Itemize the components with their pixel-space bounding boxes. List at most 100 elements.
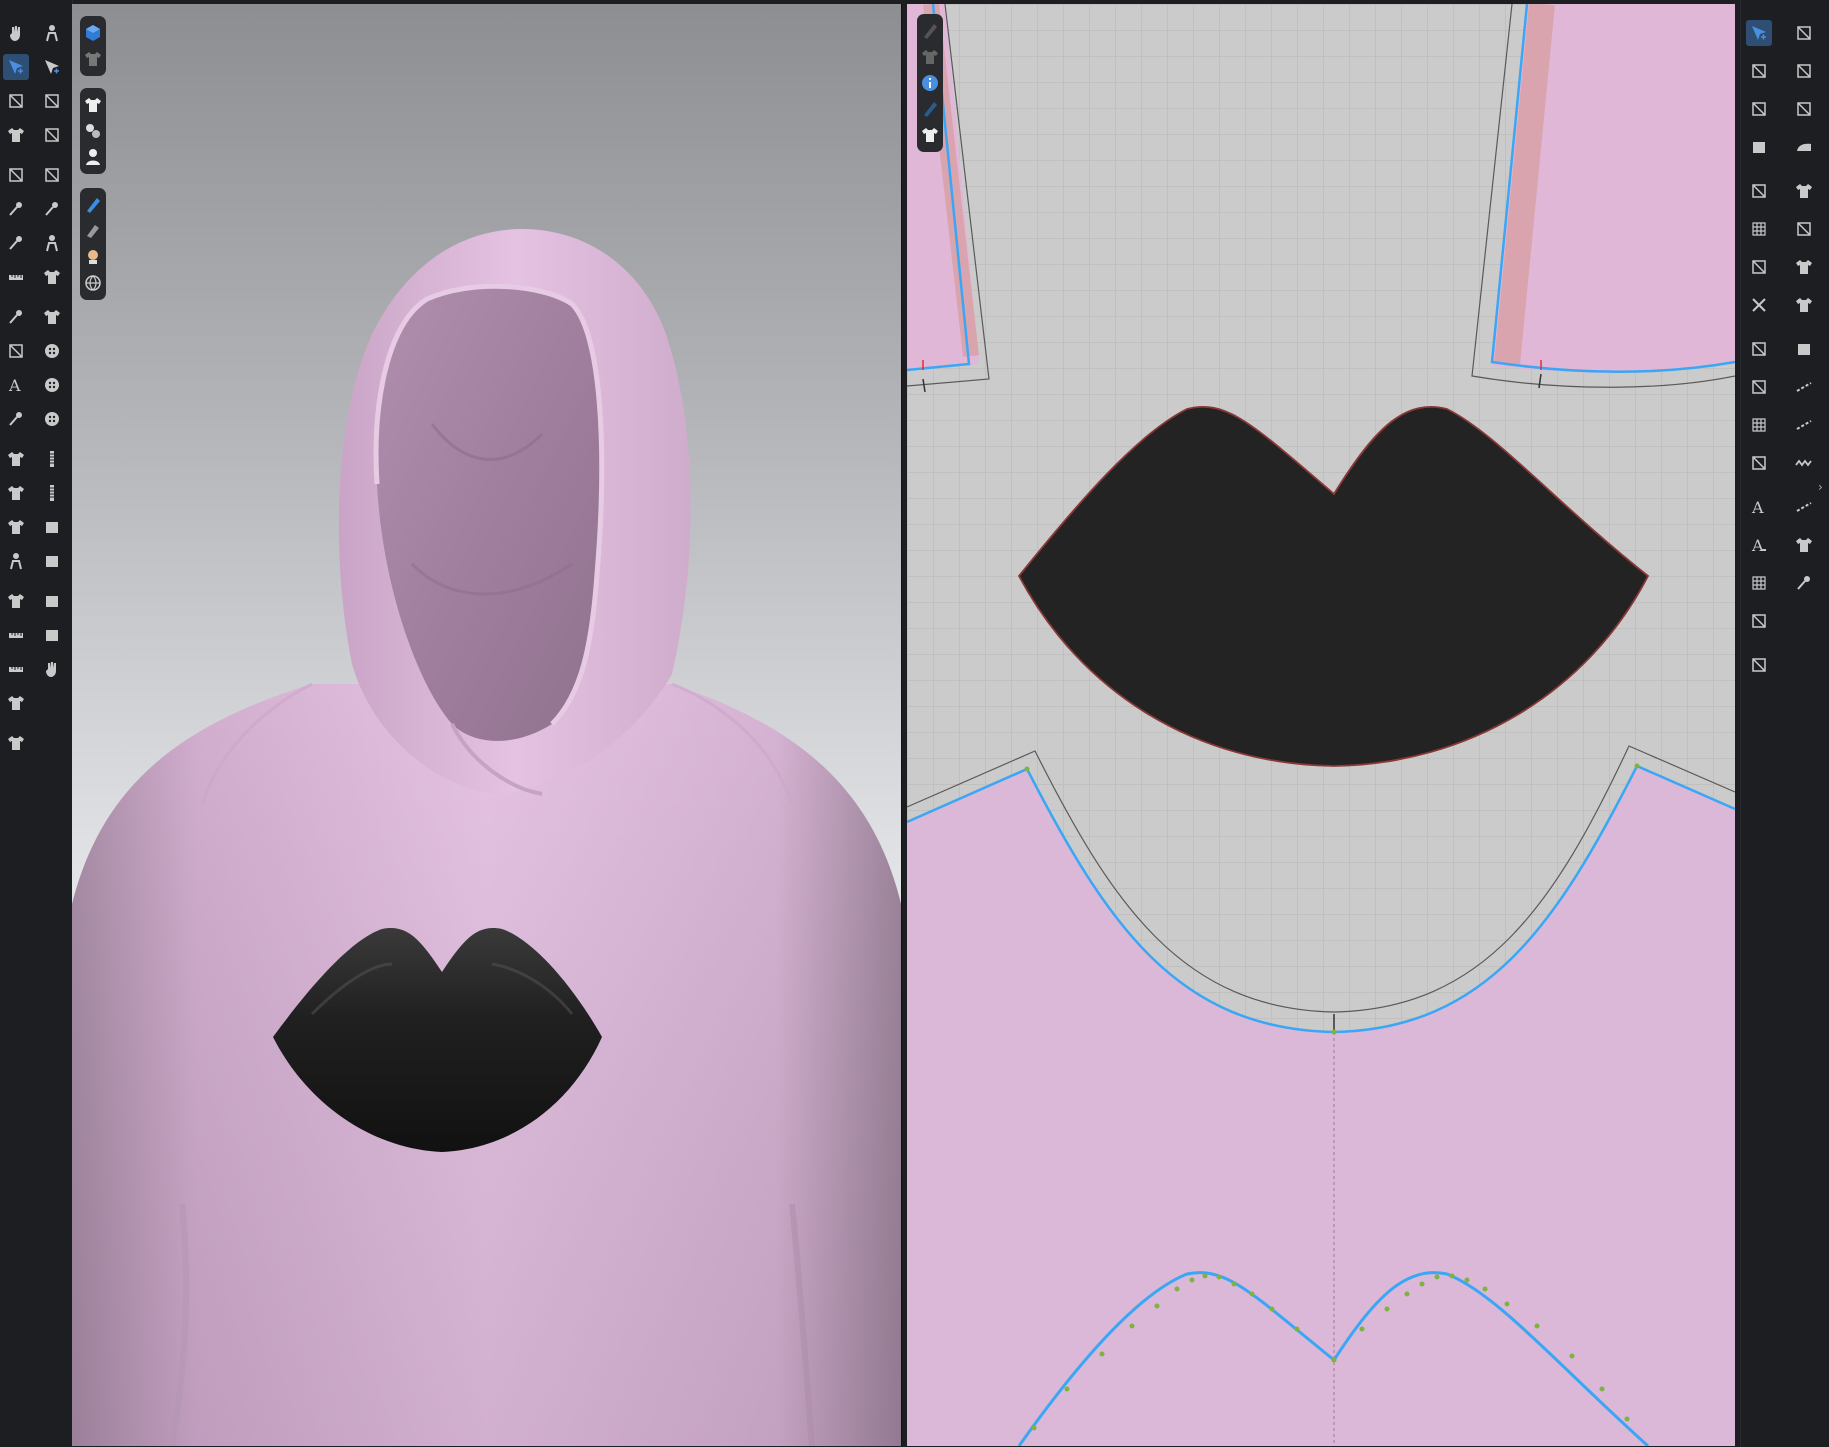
fitting-suit-icon[interactable] — [3, 588, 29, 614]
svg-text:A: A — [8, 376, 21, 395]
pen-dim-icon[interactable] — [917, 18, 943, 44]
point-edit-icon[interactable] — [39, 88, 65, 114]
strengthen-icon[interactable] — [3, 338, 29, 364]
top-box-icon[interactable] — [39, 588, 65, 614]
internal-polygon-icon[interactable] — [1746, 178, 1772, 204]
iron-icon[interactable] — [1791, 134, 1817, 160]
rectangle-icon[interactable] — [1746, 134, 1772, 160]
half-box-icon[interactable] — [39, 548, 65, 574]
transform-select-icon[interactable] — [3, 54, 29, 80]
shirt-front-icon[interactable] — [3, 690, 29, 716]
text-icon[interactable]: A — [1746, 494, 1772, 520]
pin-icon[interactable] — [3, 230, 29, 256]
2d-toolbar — [917, 14, 943, 152]
shirt-gray-icon[interactable] — [80, 46, 106, 72]
pattern-edit-icon[interactable] — [1791, 20, 1817, 46]
finger-pin-icon[interactable] — [39, 656, 65, 682]
select-pattern-icon[interactable] — [1746, 20, 1772, 46]
notch-icon[interactable] — [1746, 374, 1772, 400]
solid-box-icon[interactable] — [39, 514, 65, 540]
garment-hide-icon[interactable] — [3, 480, 29, 506]
spray-icon[interactable] — [1791, 216, 1817, 242]
bottom-box-icon[interactable] — [39, 622, 65, 648]
scissors-cross-icon[interactable] — [1746, 292, 1772, 318]
edit-segment-icon[interactable] — [1746, 58, 1772, 84]
piece-copy-icon[interactable] — [1746, 254, 1772, 280]
buttonhole-icon[interactable] — [39, 406, 65, 432]
sew-segment-icon[interactable] — [1746, 608, 1772, 634]
white-box-icon[interactable] — [1791, 336, 1817, 362]
reset-pose-icon[interactable] — [39, 230, 65, 256]
texture-edit-icon[interactable]: A — [3, 372, 29, 398]
shirt-light-icon[interactable] — [917, 122, 943, 148]
eraser-icon[interactable] — [80, 218, 106, 244]
fabric-stack-icon[interactable] — [3, 406, 29, 432]
3d-toolbar-group-view — [80, 16, 106, 76]
camera-shirt-icon[interactable] — [1791, 532, 1817, 558]
skin-icon[interactable] — [80, 244, 106, 270]
dashed-strip-icon[interactable] — [1791, 412, 1817, 438]
arrange-point-icon[interactable] — [39, 162, 65, 188]
pattern-piece-front-body — [907, 766, 1735, 1446]
info-icon[interactable] — [917, 70, 943, 96]
shirt-white-icon[interactable] — [80, 92, 106, 118]
fold-arrange-icon[interactable] — [3, 162, 29, 188]
mesh-shirt-icon[interactable] — [1791, 254, 1817, 280]
shirt-back-icon[interactable] — [3, 730, 29, 756]
select-move-icon[interactable] — [39, 54, 65, 80]
hand-tool-icon[interactable] — [3, 20, 29, 46]
avatar-measure-icon[interactable] — [3, 264, 29, 290]
edit-pattern-icon[interactable] — [3, 88, 29, 114]
globe-icon[interactable] — [80, 270, 106, 296]
snap-button-icon[interactable] — [39, 372, 65, 398]
pattern-copy-icon[interactable] — [1791, 96, 1817, 122]
check-mesh-icon[interactable] — [1791, 292, 1817, 318]
pin-box-icon[interactable] — [39, 196, 65, 222]
pen-blue-icon[interactable] — [80, 192, 106, 218]
garment-show-icon[interactable] — [3, 446, 29, 472]
tape-icon[interactable] — [3, 622, 29, 648]
check-shirt-icon[interactable] — [39, 264, 65, 290]
avatar-icon[interactable] — [80, 144, 106, 170]
panel-expand-icon[interactable]: › — [1818, 480, 1823, 494]
sew-piece-icon[interactable] — [1746, 652, 1772, 678]
grid-pattern-icon[interactable] — [1746, 216, 1772, 242]
shirt-sync-icon[interactable] — [80, 118, 106, 144]
trim-icon[interactable] — [1746, 450, 1772, 476]
pattern-trace-icon[interactable] — [1791, 58, 1817, 84]
text-sub-icon[interactable]: A — [1746, 532, 1772, 558]
pen-blue-dim-icon[interactable] — [917, 96, 943, 122]
zigzag-icon[interactable] — [1791, 450, 1817, 476]
animation-pose-icon[interactable] — [39, 20, 65, 46]
graph-bars-icon[interactable] — [1746, 570, 1772, 596]
3d-toolbar-group-render — [80, 188, 106, 300]
left-toolbar: A — [0, 0, 73, 1447]
measure-ruler-icon[interactable] — [3, 656, 29, 682]
2d-pattern-canvas — [907, 4, 1735, 1446]
stack-box-icon[interactable] — [1791, 570, 1817, 596]
button-icon[interactable] — [39, 338, 65, 364]
cube-view-icon[interactable] — [80, 20, 106, 46]
2d-pattern-viewport[interactable] — [907, 4, 1735, 1446]
pattern-shirt-icon[interactable] — [39, 304, 65, 330]
svg-text:A: A — [1751, 498, 1764, 517]
tack-icon[interactable] — [3, 196, 29, 222]
shirt-lift-icon[interactable] — [3, 514, 29, 540]
shirt-dim-icon[interactable] — [917, 44, 943, 70]
3d-garment-render — [72, 229, 901, 1446]
fold-corner-icon[interactable] — [1746, 336, 1772, 362]
curve-point-icon[interactable] — [39, 122, 65, 148]
dash-line-icon[interactable] — [1791, 374, 1817, 400]
garment-select-icon[interactable] — [3, 122, 29, 148]
right-toolbar: AA — [1740, 0, 1829, 1447]
shirt-dark-icon[interactable] — [1791, 178, 1817, 204]
needle-icon[interactable] — [3, 304, 29, 330]
wave-line-icon[interactable] — [1791, 494, 1817, 520]
gradient-grid-icon[interactable] — [1746, 412, 1772, 438]
avatar-pose-icon[interactable] — [3, 548, 29, 574]
zipper-icon[interactable] — [39, 446, 65, 472]
polygon-icon[interactable] — [1746, 96, 1772, 122]
zipper-slider-icon[interactable] — [39, 480, 65, 506]
svg-text:A: A — [1751, 536, 1764, 555]
3d-viewport[interactable] — [72, 4, 902, 1446]
